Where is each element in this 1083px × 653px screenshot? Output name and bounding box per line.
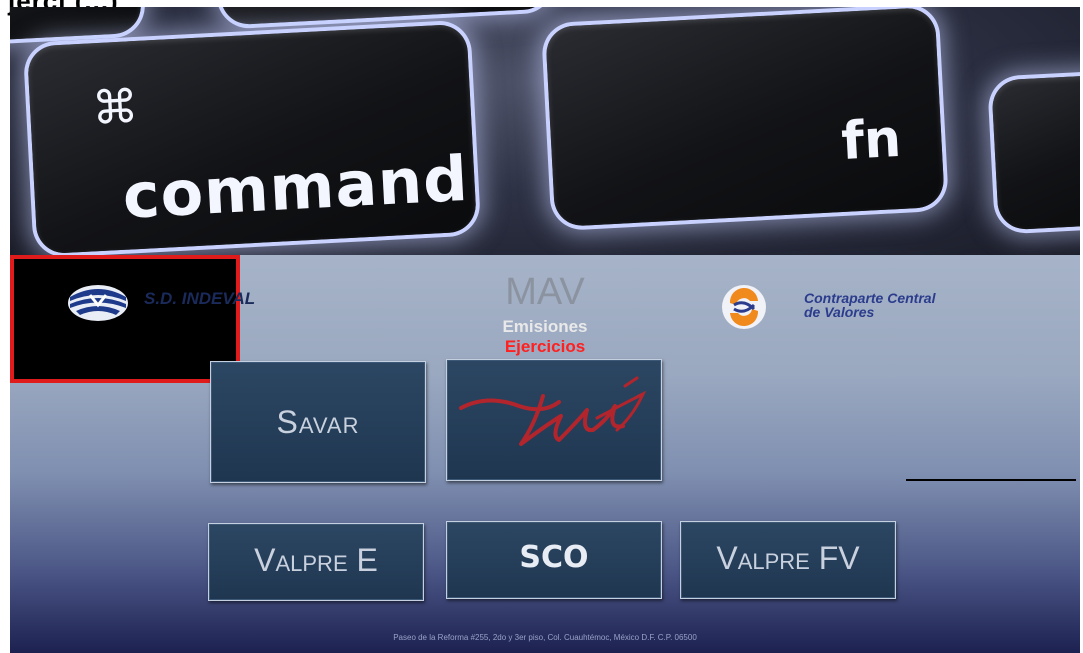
fn-key: fn bbox=[545, 7, 945, 228]
annotation-underline bbox=[906, 479, 1076, 481]
menu-panel: S.D. INDEVAL Contraparte Central de Valo… bbox=[10, 255, 1080, 653]
mav-ejercicios-label: Ejercicios bbox=[504, 337, 586, 356]
command-symbol-icon: ⌘ bbox=[90, 78, 140, 136]
signature-logo-icon bbox=[459, 376, 647, 446]
keyboard-key-top-middle bbox=[218, 7, 552, 26]
command-key: ⌘ command bbox=[26, 23, 478, 255]
valpre-e-button[interactable]: Valpre E bbox=[208, 523, 424, 601]
sco-button[interactable]: SCO bbox=[446, 521, 662, 599]
savar-button-label: Savar bbox=[276, 404, 360, 440]
valpre-fv-button-label: Valpre FV bbox=[716, 540, 860, 576]
valpre-fv-button[interactable]: Valpre FV bbox=[680, 521, 896, 599]
savar-button[interactable]: Savar bbox=[210, 361, 426, 483]
valpre-e-button-label: Valpre E bbox=[254, 542, 378, 578]
mav-button[interactable]: MAV Emisiones Ejercicios bbox=[10, 255, 588, 383]
sco-button-label: SCO bbox=[519, 540, 589, 575]
command-key-label: command bbox=[120, 141, 471, 233]
keyboard-key-top-left bbox=[10, 7, 143, 42]
mav-title: MAV bbox=[505, 271, 585, 313]
app-frame: ⌘ command fn S.D. INDEVAL Contraparte Ce… bbox=[10, 7, 1080, 653]
footer-address: Paseo de la Reforma #255, 2do y 3er piso… bbox=[393, 633, 697, 642]
keyboard-key-partial bbox=[991, 73, 1080, 231]
mav-emisiones-label: Emisiones bbox=[502, 317, 588, 336]
keyboard-banner-image: ⌘ command fn bbox=[10, 7, 1080, 255]
signature-button[interactable] bbox=[446, 359, 662, 481]
fn-key-label: fn bbox=[839, 108, 903, 172]
